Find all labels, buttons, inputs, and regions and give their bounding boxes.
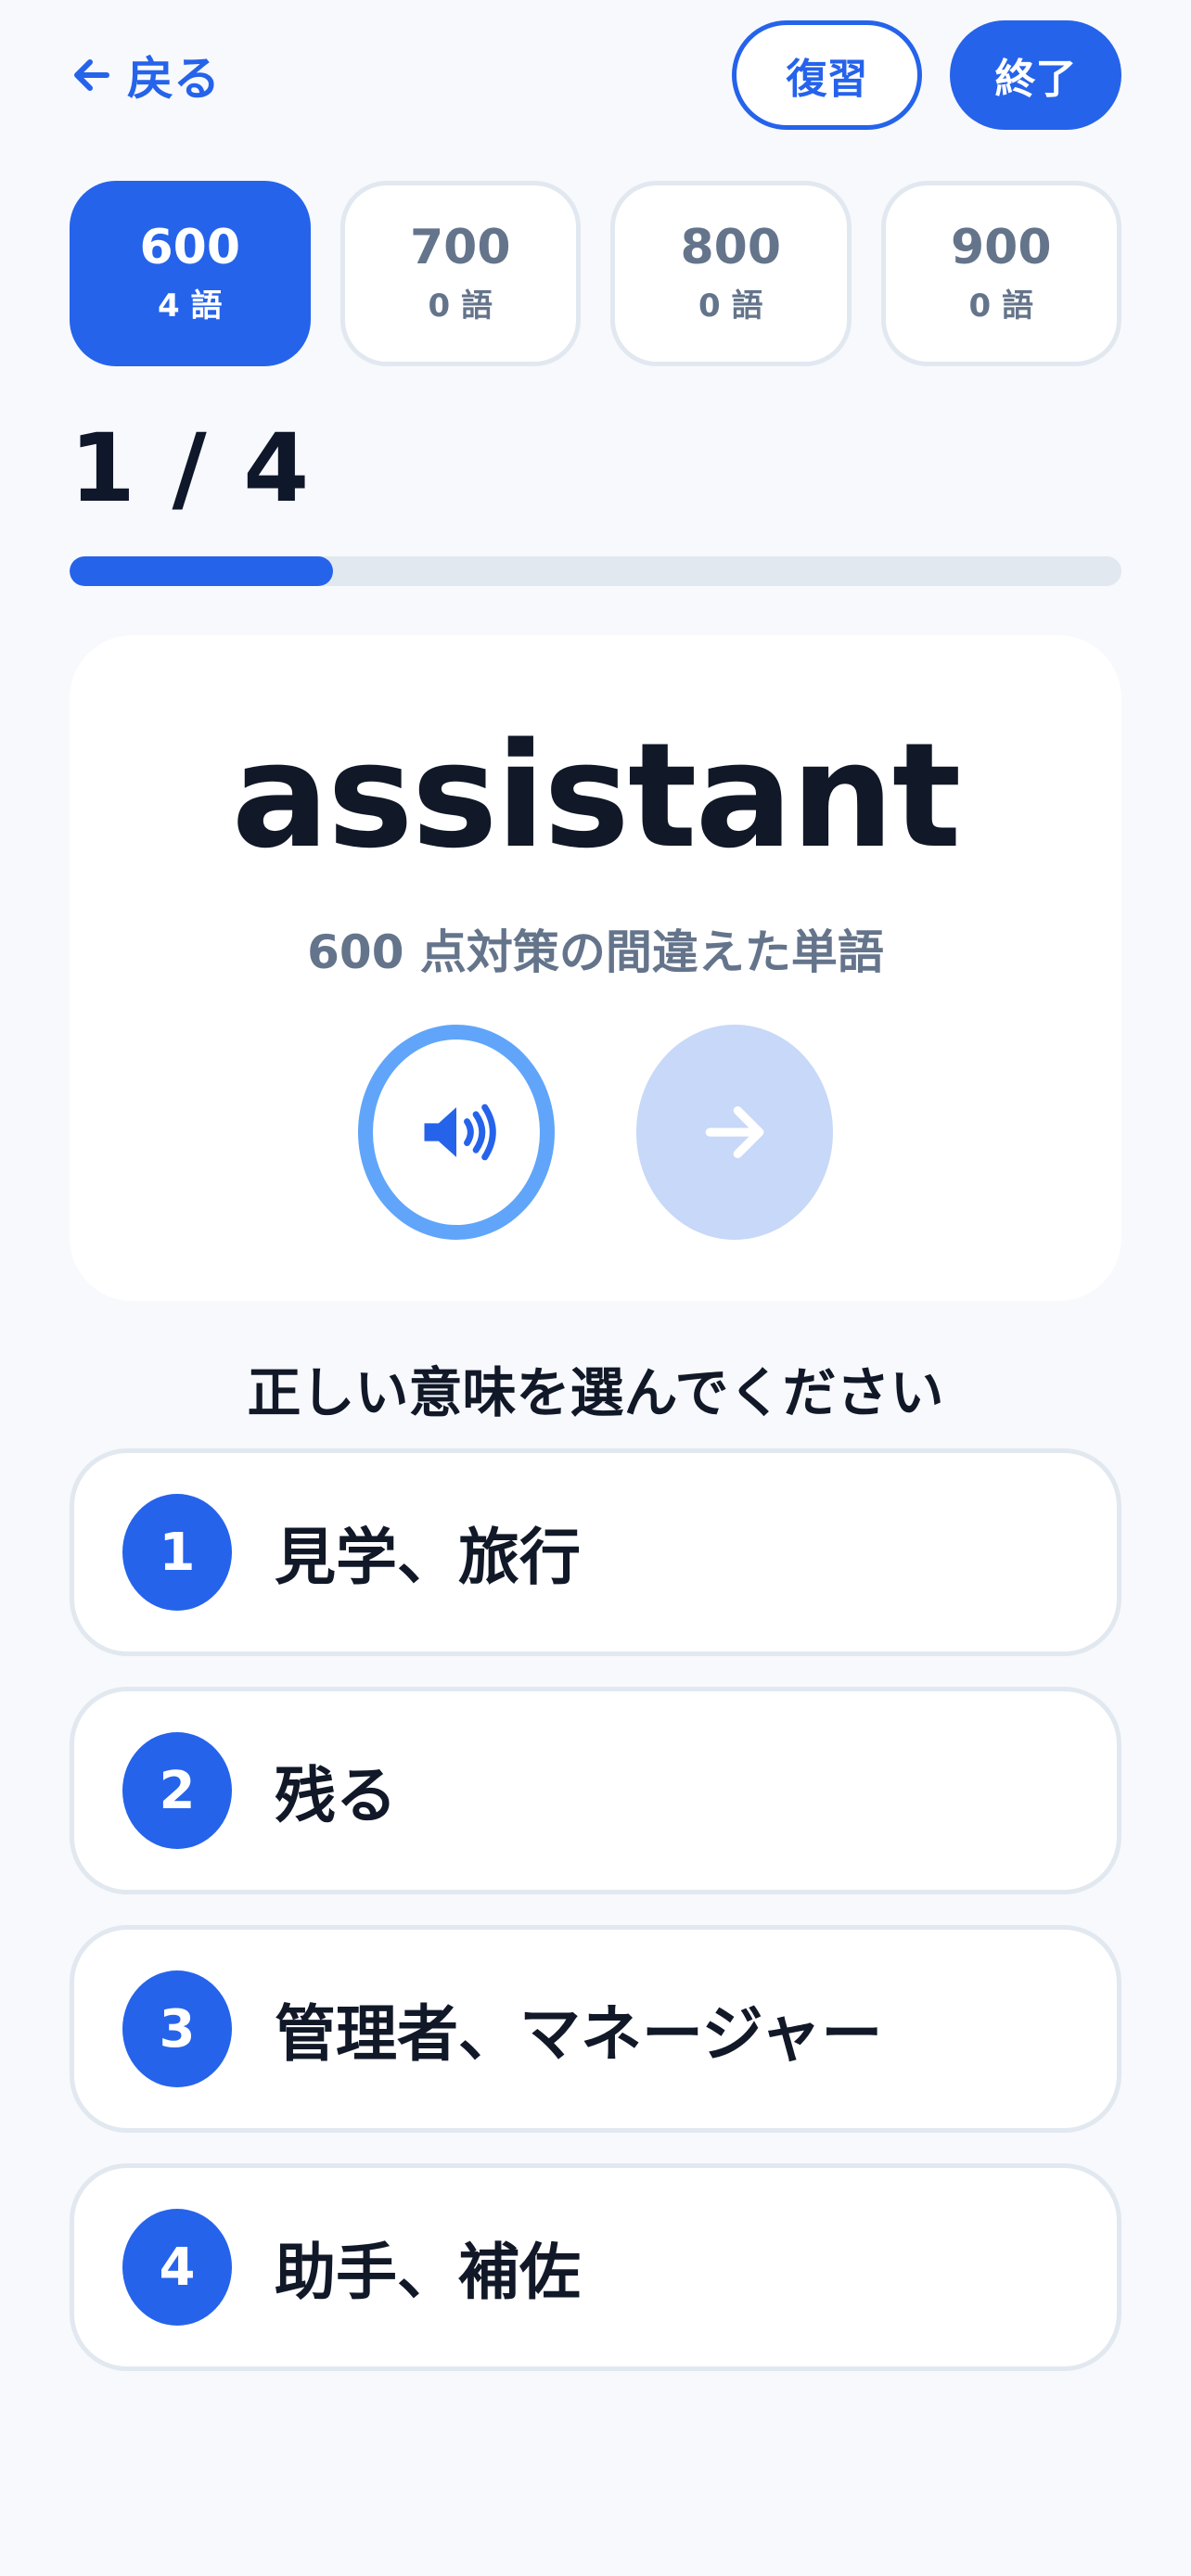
option-number-badge: 3 (122, 1970, 232, 2087)
level-word-count: 4 語 (158, 287, 223, 325)
option-number-badge: 2 (122, 1732, 232, 1849)
header-actions: 復習 終了 (732, 19, 1121, 130)
arrow-left-icon (74, 58, 109, 91)
level-word-count: 0 語 (428, 287, 493, 325)
level-tab-700[interactable]: 700 0 語 (339, 181, 581, 366)
next-word-button[interactable] (636, 1025, 833, 1240)
target-word: assistant (231, 711, 962, 880)
arrow-right-icon (705, 1106, 764, 1158)
review-button[interactable]: 復習 (732, 19, 922, 130)
level-tab-800[interactable]: 800 0 語 (610, 181, 852, 366)
level-word-count: 0 語 (968, 287, 1034, 325)
quiz-screen: 戻る 復習 終了 600 4 語 700 0 語 800 0 語 900 0 語… (0, 0, 1191, 2576)
option-number-badge: 1 (122, 1494, 232, 1611)
back-button[interactable]: 戻る (70, 42, 220, 108)
answer-option-3[interactable]: 3 管理者、マネージャー (70, 1925, 1121, 2133)
option-text: 管理者、マネージャー (275, 1998, 883, 2070)
answer-option-4[interactable]: 4 助手、補佐 (70, 2163, 1121, 2371)
level-tab-600[interactable]: 600 4 語 (70, 181, 311, 366)
level-score: 600 (139, 219, 241, 275)
level-tab-900[interactable]: 900 0 語 (880, 181, 1121, 366)
word-source-label: 600 点対策の間違えた単語 (307, 925, 884, 979)
level-word-count: 0 語 (698, 287, 763, 325)
progress-bar (70, 556, 1121, 586)
level-score: 900 (950, 219, 1052, 275)
play-audio-button[interactable] (358, 1025, 555, 1240)
level-score: 700 (409, 219, 511, 275)
option-number-badge: 4 (122, 2209, 232, 2326)
header: 戻る 復習 終了 (70, 17, 1121, 133)
word-card: assistant 600 点対策の間違えた単語 (70, 635, 1121, 1301)
option-text: 見学、旅行 (275, 1522, 581, 1593)
card-actions (70, 1025, 1121, 1240)
answer-options: 1 見学、旅行 2 残る 3 管理者、マネージャー 4 助手、補佐 (70, 1448, 1121, 2402)
speaker-icon (424, 1103, 496, 1161)
answer-option-1[interactable]: 1 見学、旅行 (70, 1448, 1121, 1656)
progress-counter: 1 / 4 (70, 414, 312, 524)
option-text: 残る (275, 1760, 397, 1831)
answer-option-2[interactable]: 2 残る (70, 1687, 1121, 1894)
end-button[interactable]: 終了 (950, 19, 1121, 130)
option-text: 助手、補佐 (275, 2237, 581, 2308)
level-score: 800 (680, 219, 782, 275)
question-prompt: 正しい意味を選んでください (247, 1361, 944, 1424)
progress-bar-fill (70, 556, 333, 586)
back-label: 戻る (127, 51, 220, 106)
level-tabs: 600 4 語 700 0 語 800 0 語 900 0 語 (70, 181, 1121, 366)
